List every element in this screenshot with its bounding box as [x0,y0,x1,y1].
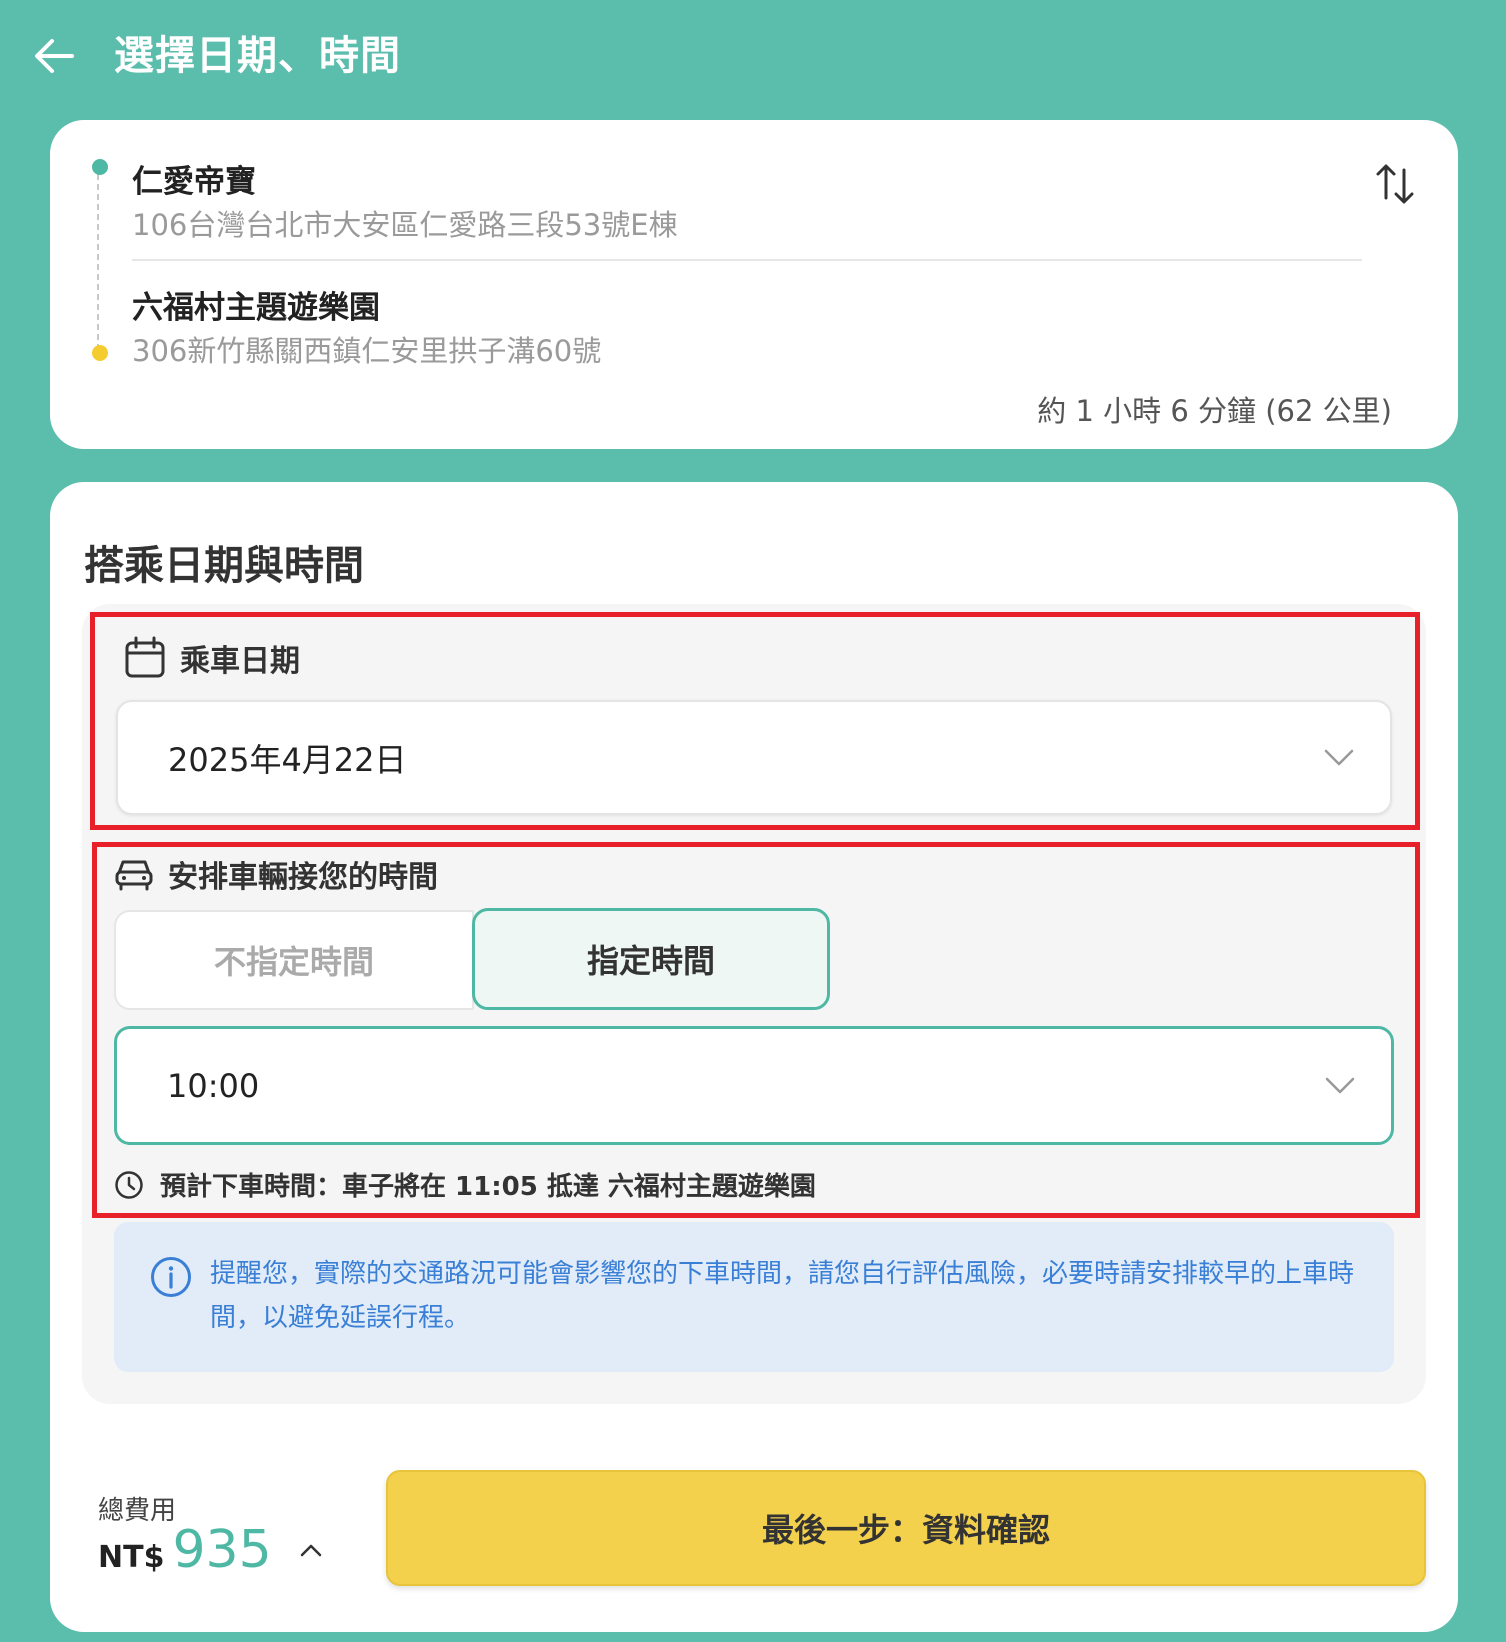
price-currency: NT$ [98,1540,165,1575]
destination-dot [92,345,108,361]
origin-address: 106台灣台北市大安區仁愛路三段53號E棟 [132,208,678,242]
time-mode-toggle: 不指定時間 指定時間 [114,908,830,1010]
section-title: 搭乘日期與時間 [84,543,364,589]
price-value: 935 [172,1520,272,1580]
traffic-notice: 提醒您，實際的交通路況可能會影響您的下車時間，請您自行評估風險，必要時請安排較早… [114,1222,1394,1372]
swap-vertical-icon [1376,164,1414,204]
pickup-label: 安排車輛接您的時間 [168,860,438,895]
destination-name: 六福村主題遊樂園 [132,290,380,326]
clock-icon [115,1170,143,1199]
mode-specified-option[interactable]: 指定時間 [472,908,830,1010]
date-value: 2025年4月22日 [168,740,407,779]
time-select[interactable]: 10:00 [114,1026,1394,1145]
info-icon [151,1257,191,1297]
time-value: 10:00 [167,1066,260,1105]
price-row: NT$ 935 [98,1520,322,1580]
origin-name: 仁愛帝寶 [132,164,256,200]
app-header: 選擇日期、時間 [0,0,1506,110]
notice-text: 提醒您，實際的交通路況可能會影響您的下車時間，請您自行評估風險，必要時請安排較早… [210,1259,1355,1333]
destination-address: 306新竹縣關西鎮仁安里拱子溝60號 [132,334,602,368]
car-icon [115,860,153,891]
page-title: 選擇日期、時間 [114,33,401,79]
calendar-icon [125,636,165,678]
pickup-label-row: 安排車輛接您的時間 [114,852,438,896]
route-divider [132,259,1362,261]
origin-dot [92,159,108,175]
chevron-up-icon[interactable] [300,1543,322,1557]
chevron-down-icon [1325,1077,1355,1093]
swap-route-button[interactable] [1374,160,1418,206]
eta-row: 預計下車時間：車子將在 11:05 抵達 六福村主題遊樂園 [114,1166,816,1203]
arrow-left-icon [35,39,74,73]
confirm-button[interactable]: 最後一步：資料確認 [386,1470,1426,1586]
date-select[interactable]: 2025年4月22日 [116,700,1392,815]
back-button[interactable] [28,28,84,84]
date-label: 乘車日期 [180,644,300,679]
route-connector [97,174,99,350]
mode-unspecified-option[interactable]: 不指定時間 [114,910,474,1010]
chevron-down-icon [1324,749,1354,765]
trip-duration: 約 1 小時 6 分鐘 (62 公里) [1037,394,1392,428]
eta-text: 預計下車時間：車子將在 11:05 抵達 六福村主題遊樂園 [160,1172,816,1202]
date-label-row: 乘車日期 [124,636,300,680]
